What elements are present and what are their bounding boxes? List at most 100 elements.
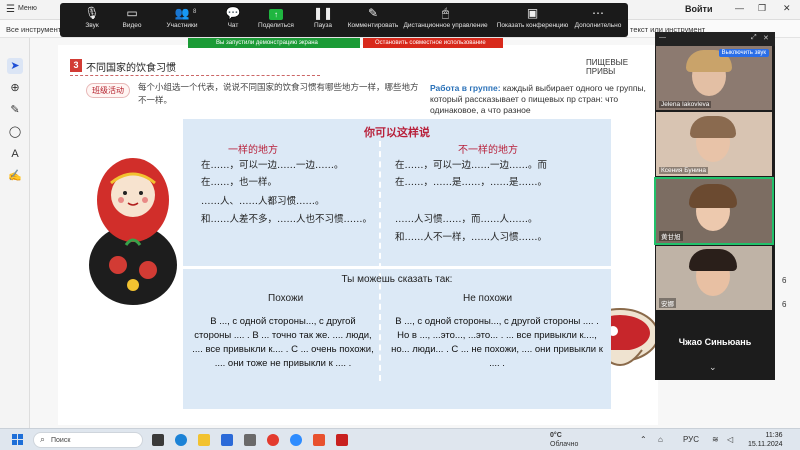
share-screen-icon: ↑ <box>269 9 283 20</box>
acrobat-icon[interactable] <box>336 434 348 446</box>
annotate-pen-icon: ✎ <box>367 6 379 20</box>
minimize-icon[interactable]: — <box>735 3 744 13</box>
weather-condition: Облачно <box>550 441 579 448</box>
participant-hair <box>689 249 737 271</box>
start-windows-icon[interactable] <box>12 434 24 446</box>
sign-in-button[interactable]: Войти <box>685 4 712 14</box>
participant-tile[interactable]: Выключить звук Jelena Iakovleva <box>656 46 772 110</box>
volume-icon[interactable]: ◁ <box>727 435 733 444</box>
search-placeholder: Поиск <box>51 437 71 444</box>
stamp-icon[interactable]: ✍ <box>7 168 23 184</box>
panel-close-icon[interactable]: ✕ <box>763 34 769 42</box>
document-page: 3 不同国家的饮食习惯 ПИЩЕВЫЕ ПРИВЫ 班级活动 每个小组选一个代表… <box>58 45 660 425</box>
video-panel: — ⤢ ✕ Выключить звук Jelena Iakovleva Кс… <box>654 32 775 380</box>
section-number: 3 <box>70 59 82 72</box>
activity-badge: 班级活动 <box>86 83 130 98</box>
hamburger-menu-icon[interactable]: ☰ <box>6 4 15 15</box>
ru-diff-text: В ..., с одной стороны..., с другой стор… <box>391 316 603 369</box>
store-icon[interactable] <box>221 434 233 446</box>
text-tool-icon[interactable]: A <box>7 146 23 162</box>
current-page: 6 <box>782 276 787 285</box>
weather-widget[interactable]: 0°C Облачно <box>550 431 578 449</box>
zoom-share-toolbar: 🎙 Звук ▭ Видео 👥 Участники 8 💬 Чат ↑ Под… <box>60 3 628 37</box>
pen-icon[interactable]: ✎ <box>7 102 23 118</box>
participant-tile[interactable]: 黄甘旭 <box>654 177 774 245</box>
panel-expand-icon[interactable]: ⤢ <box>751 34 757 42</box>
taskbar-search-input[interactable]: ⌕ Поиск <box>33 432 143 448</box>
ru-diff-heading: Не похожи <box>463 293 513 304</box>
column-divider <box>379 141 381 381</box>
maximize-icon[interactable]: ❐ <box>758 3 766 14</box>
clock-date: 15.11.2024 <box>748 441 783 448</box>
diff-line-2: ……人习惯……，而……人……。 <box>395 214 538 225</box>
ru-same-heading: Похожи <box>268 293 304 304</box>
lasso-icon[interactable]: ◯ <box>7 124 23 140</box>
instruction-russian-bold: Работа в группе: <box>430 83 501 93</box>
weather-temperature: 0°C <box>550 432 562 439</box>
mute-button[interactable]: Выключить звук <box>718 49 769 57</box>
section-title: 不同国家的饮食习惯 <box>86 63 176 74</box>
desktop: ☰ Меню Войти — ❐ ✕ Все инструменты текст… <box>0 0 800 450</box>
remote-control-button[interactable]: 🖱 Дистанционное управление <box>398 6 493 30</box>
show-meeting-button[interactable]: ▣ Показать конференцию <box>490 6 575 30</box>
tray-chevron-icon[interactable]: ⌃ <box>640 435 647 444</box>
participant-hair <box>689 184 737 208</box>
remote-control-icon: 🖱 <box>441 6 450 20</box>
clock[interactable]: 11:36 15.11.2024 <box>748 431 783 449</box>
participant-count: 8 <box>193 9 197 15</box>
same-line-1: 在……，可以一边……一边……。在……，也一样。 <box>201 160 344 188</box>
annotate-label: Комментировать <box>347 22 399 29</box>
participant-name: 安娜 <box>659 298 676 308</box>
participant-tile[interactable]: 安娜 <box>656 246 772 310</box>
tool-rail: ➤ ⊕ ✎ ◯ A ✍ <box>0 38 30 428</box>
search-icon: ⌕ <box>40 434 46 444</box>
more-button[interactable]: ⋯ Дополнительно <box>568 6 628 30</box>
app-icon[interactable] <box>244 434 256 446</box>
participant-hair <box>690 116 736 138</box>
zoom-app-icon[interactable] <box>290 434 302 446</box>
active-speaker-name: Чжао Синьюань <box>678 337 752 347</box>
chevron-down-icon[interactable]: ⌄ <box>709 362 717 373</box>
instruction-russian: Работа в группе: каждый выбирает одного … <box>430 83 660 116</box>
zoom-in-icon[interactable]: ⊕ <box>7 80 23 96</box>
total-pages: 6 <box>782 300 787 309</box>
language-indicator[interactable]: РУС <box>683 435 699 444</box>
file-explorer-icon[interactable] <box>198 434 210 446</box>
clock-time: 11:36 <box>765 432 783 439</box>
participant-tile[interactable]: Ксения Бунина <box>656 112 772 176</box>
same-line-3: 和……人差不多，……人也不习惯……。 <box>201 214 373 225</box>
participant-name: 黄甘旭 <box>659 231 683 241</box>
ru-same-text: В ..., с одной стороны..., с другой стор… <box>192 316 374 369</box>
stop-sharing-button[interactable]: Остановить совместное использование <box>363 38 503 48</box>
russian-subtitle: Ты можешь сказать так: <box>341 274 453 285</box>
panel-minimize-icon[interactable]: — <box>659 34 666 41</box>
menu-label[interactable]: Меню <box>18 5 37 12</box>
all-tools-link[interactable]: Все инструменты <box>6 25 67 34</box>
taskbar: ⌕ Поиск 0°C Облачно ⌃ ⌂ РУС ≋ ◁ 11:36 15… <box>0 428 800 450</box>
yandex-browser-icon[interactable] <box>267 434 279 446</box>
wps-office-icon[interactable] <box>313 434 325 446</box>
show-meeting-icon: ▣ <box>526 6 539 20</box>
screen-share-notice: Вы запустили демонстрацию экрана <box>188 38 360 48</box>
task-view-icon[interactable] <box>152 434 164 446</box>
diff-heading: 不一样的地方 <box>458 145 518 156</box>
matryoshka-illustration <box>89 158 177 305</box>
video-panel-header: — ⤢ ✕ <box>655 32 775 46</box>
annotate-button[interactable]: ✎ Комментировать <box>343 6 403 30</box>
more-icon: ⋯ <box>592 6 604 20</box>
phrase-panel: 你可以这样说 一样的地方 不一样的地方 在……，可以一边……一边……。在……，也… <box>183 119 611 409</box>
select-cursor-icon[interactable]: ➤ <box>7 58 23 74</box>
wifi-icon[interactable]: ≋ <box>712 435 719 444</box>
more-label: Дополнительно <box>574 22 622 29</box>
diff-line-3: 和……人不一样，……人习惯……。 <box>395 232 548 243</box>
network-icon[interactable]: ⌂ <box>658 435 663 444</box>
edge-browser-icon[interactable] <box>175 434 187 446</box>
remote-control-label: Дистанционное управление <box>403 22 488 29</box>
same-line-2: ……人、……人都习惯……。 <box>201 196 325 207</box>
panel-title: 你可以这样说 <box>364 126 430 139</box>
same-heading: 一样的地方 <box>228 145 278 156</box>
title-divider <box>70 75 320 76</box>
close-icon[interactable]: ✕ <box>783 3 791 14</box>
diff-line-1: 在……，可以一边……一边……。而在……，……是……，……是……。 <box>395 160 548 188</box>
show-meeting-label: Показать конференцию <box>496 22 569 29</box>
